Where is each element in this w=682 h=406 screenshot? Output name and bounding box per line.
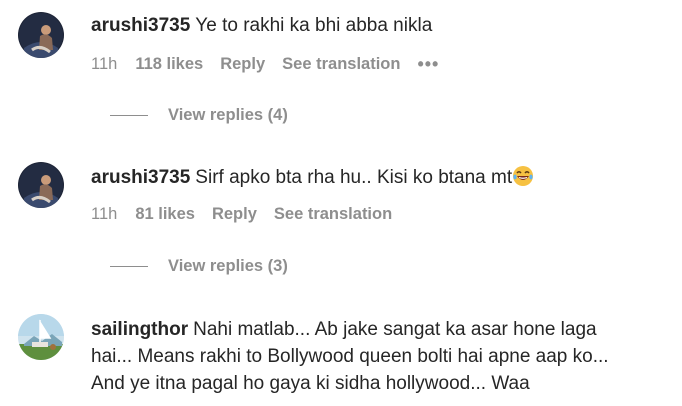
more-options-icon[interactable]: ••• xyxy=(417,54,439,75)
comment-text: hai... Means rakhi to Bollywood queen bo… xyxy=(91,346,609,367)
comment-body-line-2: hai... Means rakhi to Bollywood queen bo… xyxy=(91,343,662,370)
reply-button[interactable]: Reply xyxy=(212,205,257,224)
view-replies-label: View replies (4) xyxy=(168,106,288,124)
view-replies-label: View replies (3) xyxy=(168,257,288,275)
avatar[interactable] xyxy=(18,314,64,360)
comment-meta: 11h 118 likes Reply See translation ••• xyxy=(91,54,456,75)
timestamp: 11h xyxy=(91,55,118,73)
avatar[interactable] xyxy=(18,12,64,58)
comment-text: Ye to rakhi ka bhi abba nikla xyxy=(195,15,433,36)
laughing-emoji-icon xyxy=(513,166,534,186)
comment-body: arushi3735 Sirf apko bta rha hu.. Kisi ko… xyxy=(91,164,662,191)
see-translation-button[interactable]: See translation xyxy=(274,205,392,224)
comment-text: Nahi matlab... Ab jake sangat ka asar ho… xyxy=(193,319,597,340)
comment-body: arushi3735 Ye to rakhi ka bhi abba nikla xyxy=(91,12,662,39)
reply-button[interactable]: Reply xyxy=(220,55,265,74)
comment-body-line-3: And ye itna pagal ho gaya ki sidha holly… xyxy=(91,370,662,397)
likes-count[interactable]: 81 likes xyxy=(135,205,195,224)
username[interactable]: sailingthor xyxy=(91,319,188,340)
username[interactable]: arushi3735 xyxy=(91,167,190,188)
divider-line xyxy=(110,266,148,267)
view-replies-button[interactable]: View replies (4) xyxy=(110,106,288,125)
comment-text: And ye itna pagal ho gaya ki sidha holly… xyxy=(91,373,530,394)
avatar[interactable] xyxy=(18,162,64,208)
timestamp: 11h xyxy=(91,205,118,223)
likes-count[interactable]: 118 likes xyxy=(135,55,203,74)
divider-line xyxy=(110,115,148,116)
comment-text: Sirf apko bta rha hu.. Kisi ko btana mt xyxy=(195,167,513,188)
username[interactable]: arushi3735 xyxy=(91,15,190,36)
comment-meta: 11h 81 likes Reply See translation xyxy=(91,205,409,224)
see-translation-button[interactable]: See translation xyxy=(282,55,400,74)
view-replies-button[interactable]: View replies (3) xyxy=(110,257,288,276)
comment-body-line-1: sailingthor Nahi matlab... Ab jake sangat… xyxy=(91,316,662,343)
